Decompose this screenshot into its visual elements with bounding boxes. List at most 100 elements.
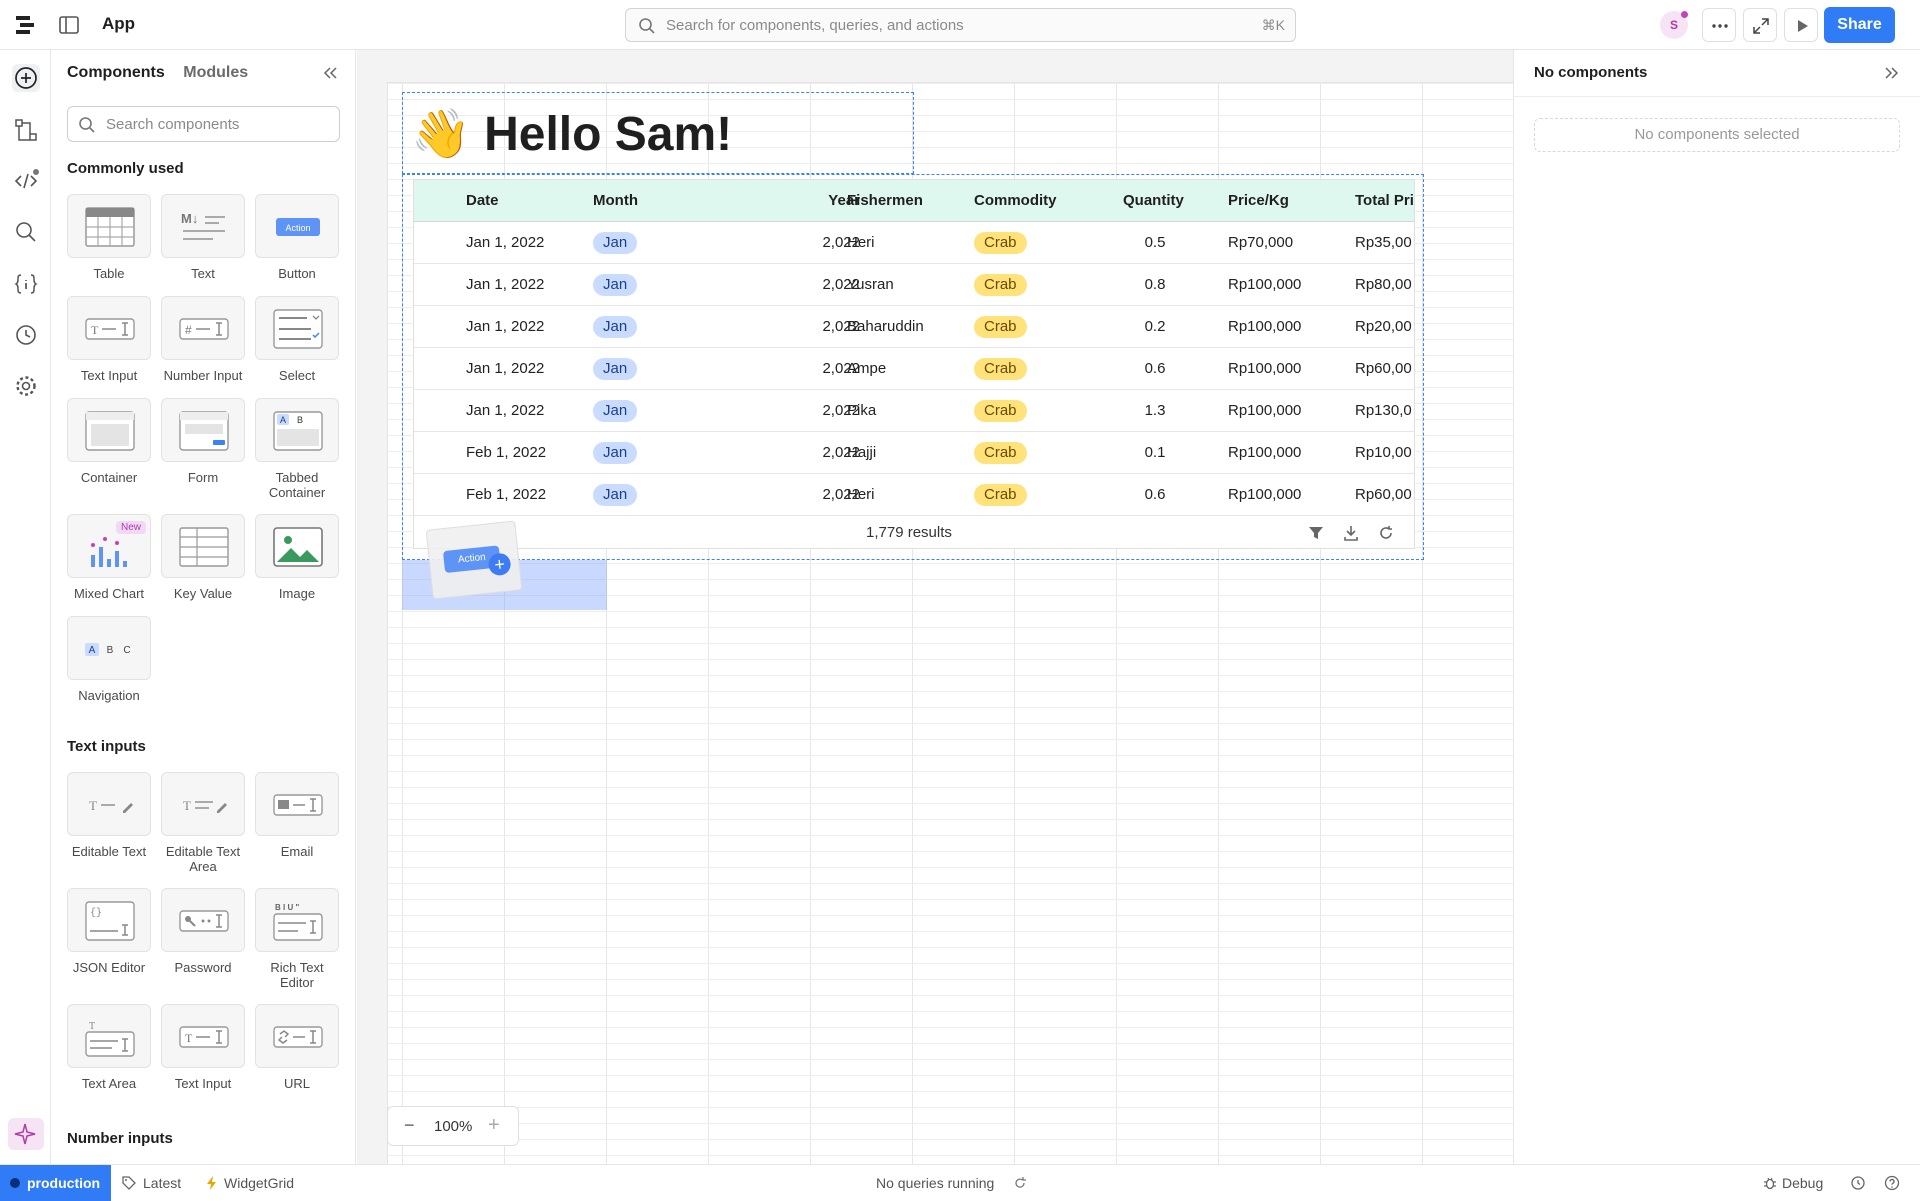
component-search-input[interactable]: Search components — [67, 106, 340, 142]
global-search[interactable]: Search for components, queries, and acti… — [625, 8, 1296, 42]
collapse-panel-icon[interactable] — [321, 64, 339, 82]
search-icon — [639, 18, 655, 34]
environment-selector[interactable]: production — [0, 1165, 111, 1201]
tab-modules[interactable]: Modules — [183, 64, 248, 81]
commodity-pill: Crab — [974, 484, 1027, 506]
add-component-rail-button[interactable] — [12, 64, 40, 92]
branch-label[interactable]: Latest — [143, 1175, 181, 1191]
zoom-level: 100% — [434, 1118, 473, 1135]
component-email[interactable]: Email — [255, 772, 339, 859]
collapse-inspector-icon[interactable] — [1882, 64, 1900, 82]
sync-icon[interactable] — [1013, 1176, 1027, 1190]
table-row[interactable]: Jan 1, 2022 Jan 2,022 Baharuddin Crab 0.2 Rp10… — [414, 306, 1414, 348]
component-container[interactable]: Container — [67, 398, 151, 485]
more-icon — [1712, 24, 1728, 28]
component-key-value[interactable]: Key Value — [161, 514, 245, 601]
environment-dot — [10, 1178, 20, 1188]
svg-text:B: B — [107, 645, 114, 656]
component-mixed-chart[interactable]: New Mixed Chart — [67, 514, 151, 601]
app-title[interactable]: App — [102, 14, 135, 34]
svg-text:B I U ": B I U " — [275, 903, 299, 912]
component-tabbed-container[interactable]: AB Tabbed Container — [255, 398, 339, 500]
history-icon[interactable] — [1850, 1175, 1866, 1191]
editor-canvas[interactable]: 👋 Hello Sam! Date Month Year Fishermen C… — [357, 50, 1513, 1164]
svg-text:T: T — [91, 323, 99, 337]
cell-price: Rp100,000 — [1228, 402, 1302, 419]
download-icon[interactable] — [1342, 524, 1360, 542]
cell-total: Rp20,00 — [1355, 318, 1412, 335]
more-button[interactable] — [1702, 8, 1736, 42]
column-header-month[interactable]: Month — [593, 192, 638, 209]
commodity-pill: Crab — [974, 442, 1027, 464]
component-table[interactable]: Table — [67, 194, 151, 281]
component-json-editor[interactable]: {} JSON Editor — [67, 888, 151, 975]
table-row[interactable]: Jan 1, 2022 Jan 2,022 Ampe Crab 0.6 Rp100,000 R… — [414, 348, 1414, 390]
table-component[interactable]: Date Month Year Fishermen Commodity Quan… — [402, 174, 1424, 560]
status-bar: production Latest WidgetGrid No queries … — [0, 1164, 1920, 1201]
tab-components[interactable]: Components — [67, 64, 165, 81]
column-header-commodity[interactable]: Commodity — [974, 192, 1057, 209]
share-button[interactable]: Share — [1824, 7, 1895, 43]
history-rail-button[interactable] — [12, 321, 40, 349]
svg-text:A: A — [280, 415, 286, 425]
inspector-title: No components — [1534, 64, 1648, 81]
help-icon[interactable] — [1884, 1175, 1900, 1191]
component-rich-text-editor[interactable]: B I U " Rich Text Editor — [255, 888, 339, 990]
component-text-input-2[interactable]: T Text Input — [161, 1004, 245, 1091]
greeting-text-component[interactable]: 👋 Hello Sam! — [402, 92, 914, 174]
component-text-input[interactable]: T Text Input — [67, 296, 151, 383]
preview-button[interactable] — [1784, 8, 1818, 42]
zoom-in-button[interactable]: + — [488, 1114, 500, 1137]
refresh-icon[interactable] — [1377, 524, 1395, 542]
cell-date: Jan 1, 2022 — [466, 318, 545, 335]
component-text[interactable]: M↓ Text — [161, 194, 245, 281]
component-select[interactable]: Select — [255, 296, 339, 383]
settings-rail-button[interactable] — [12, 372, 40, 400]
zoom-out-button[interactable]: − — [404, 1115, 415, 1136]
state-rail-button[interactable] — [12, 270, 40, 298]
table-row[interactable]: Feb 1, 2022 Jan 2,022 Hajji Crab 0.1 Rp100,000… — [414, 432, 1414, 474]
component-label: URL — [283, 1076, 310, 1091]
gear-icon — [16, 376, 36, 396]
sidebar-toggle-icon[interactable] — [58, 14, 80, 36]
fullscreen-button[interactable] — [1743, 8, 1777, 42]
cell-fishermen: Yusran — [847, 276, 894, 293]
empty-selection: No components selected — [1534, 118, 1900, 152]
search-rail-button[interactable] — [12, 218, 40, 246]
component-number-input[interactable]: # Number Input — [161, 296, 245, 383]
widget-grid-label[interactable]: WidgetGrid — [224, 1175, 294, 1191]
code-rail-button[interactable] — [12, 167, 40, 195]
avatar[interactable]: S — [1660, 11, 1688, 39]
debug-button[interactable]: Debug — [1782, 1175, 1823, 1191]
search-shortcut: ⌘K — [1261, 17, 1285, 33]
table-row[interactable]: Jan 1, 2022 Jan 2,022 Pika Crab 1.3 Rp100,000 R… — [414, 390, 1414, 432]
form-icon — [179, 411, 229, 451]
column-header-date[interactable]: Date — [466, 192, 499, 209]
component-label: Form — [187, 470, 219, 485]
column-header-total[interactable]: Total Pri — [1355, 192, 1414, 209]
table-row[interactable]: Feb 1, 2022 Jan 2,022 Heri Crab 0.6 Rp100,000 R… — [414, 474, 1414, 516]
component-label: Editable Text Area — [165, 844, 241, 874]
column-header-quantity[interactable]: Quantity — [1123, 192, 1184, 209]
data-table[interactable]: Date Month Year Fishermen Commodity Quan… — [413, 179, 1415, 549]
table-row[interactable]: Jan 1, 2022 Jan 2,022 Heri Crab 0.5 Rp70,000 Rp… — [414, 222, 1414, 264]
component-url[interactable]: URL — [255, 1004, 339, 1091]
component-image[interactable]: Image — [255, 514, 339, 601]
component-button[interactable]: Action Button — [255, 194, 339, 281]
component-editable-text-area[interactable]: T Editable Text Area — [161, 772, 245, 874]
table-row[interactable]: Jan 1, 2022 Jan 2,022 Yusran Crab 0.8 Rp100,00… — [414, 264, 1414, 306]
filter-icon[interactable] — [1307, 524, 1325, 542]
component-password[interactable]: Password — [161, 888, 245, 975]
column-header-fishermen[interactable]: Fishermen — [847, 192, 923, 209]
tag-icon — [122, 1176, 136, 1190]
workflow-rail-button[interactable] — [12, 116, 40, 144]
assist-button[interactable] — [6, 1116, 46, 1152]
component-editable-text[interactable]: T Editable Text — [67, 772, 151, 859]
retool-logo-icon[interactable] — [14, 13, 38, 37]
component-form[interactable]: Form — [161, 398, 245, 485]
column-header-price[interactable]: Price/Kg — [1228, 192, 1289, 209]
component-text-area[interactable]: T Text Area — [67, 1004, 151, 1091]
history-icon — [16, 325, 36, 345]
number-input-icon: # — [179, 318, 229, 340]
component-navigation[interactable]: ABC Navigation — [67, 616, 151, 703]
